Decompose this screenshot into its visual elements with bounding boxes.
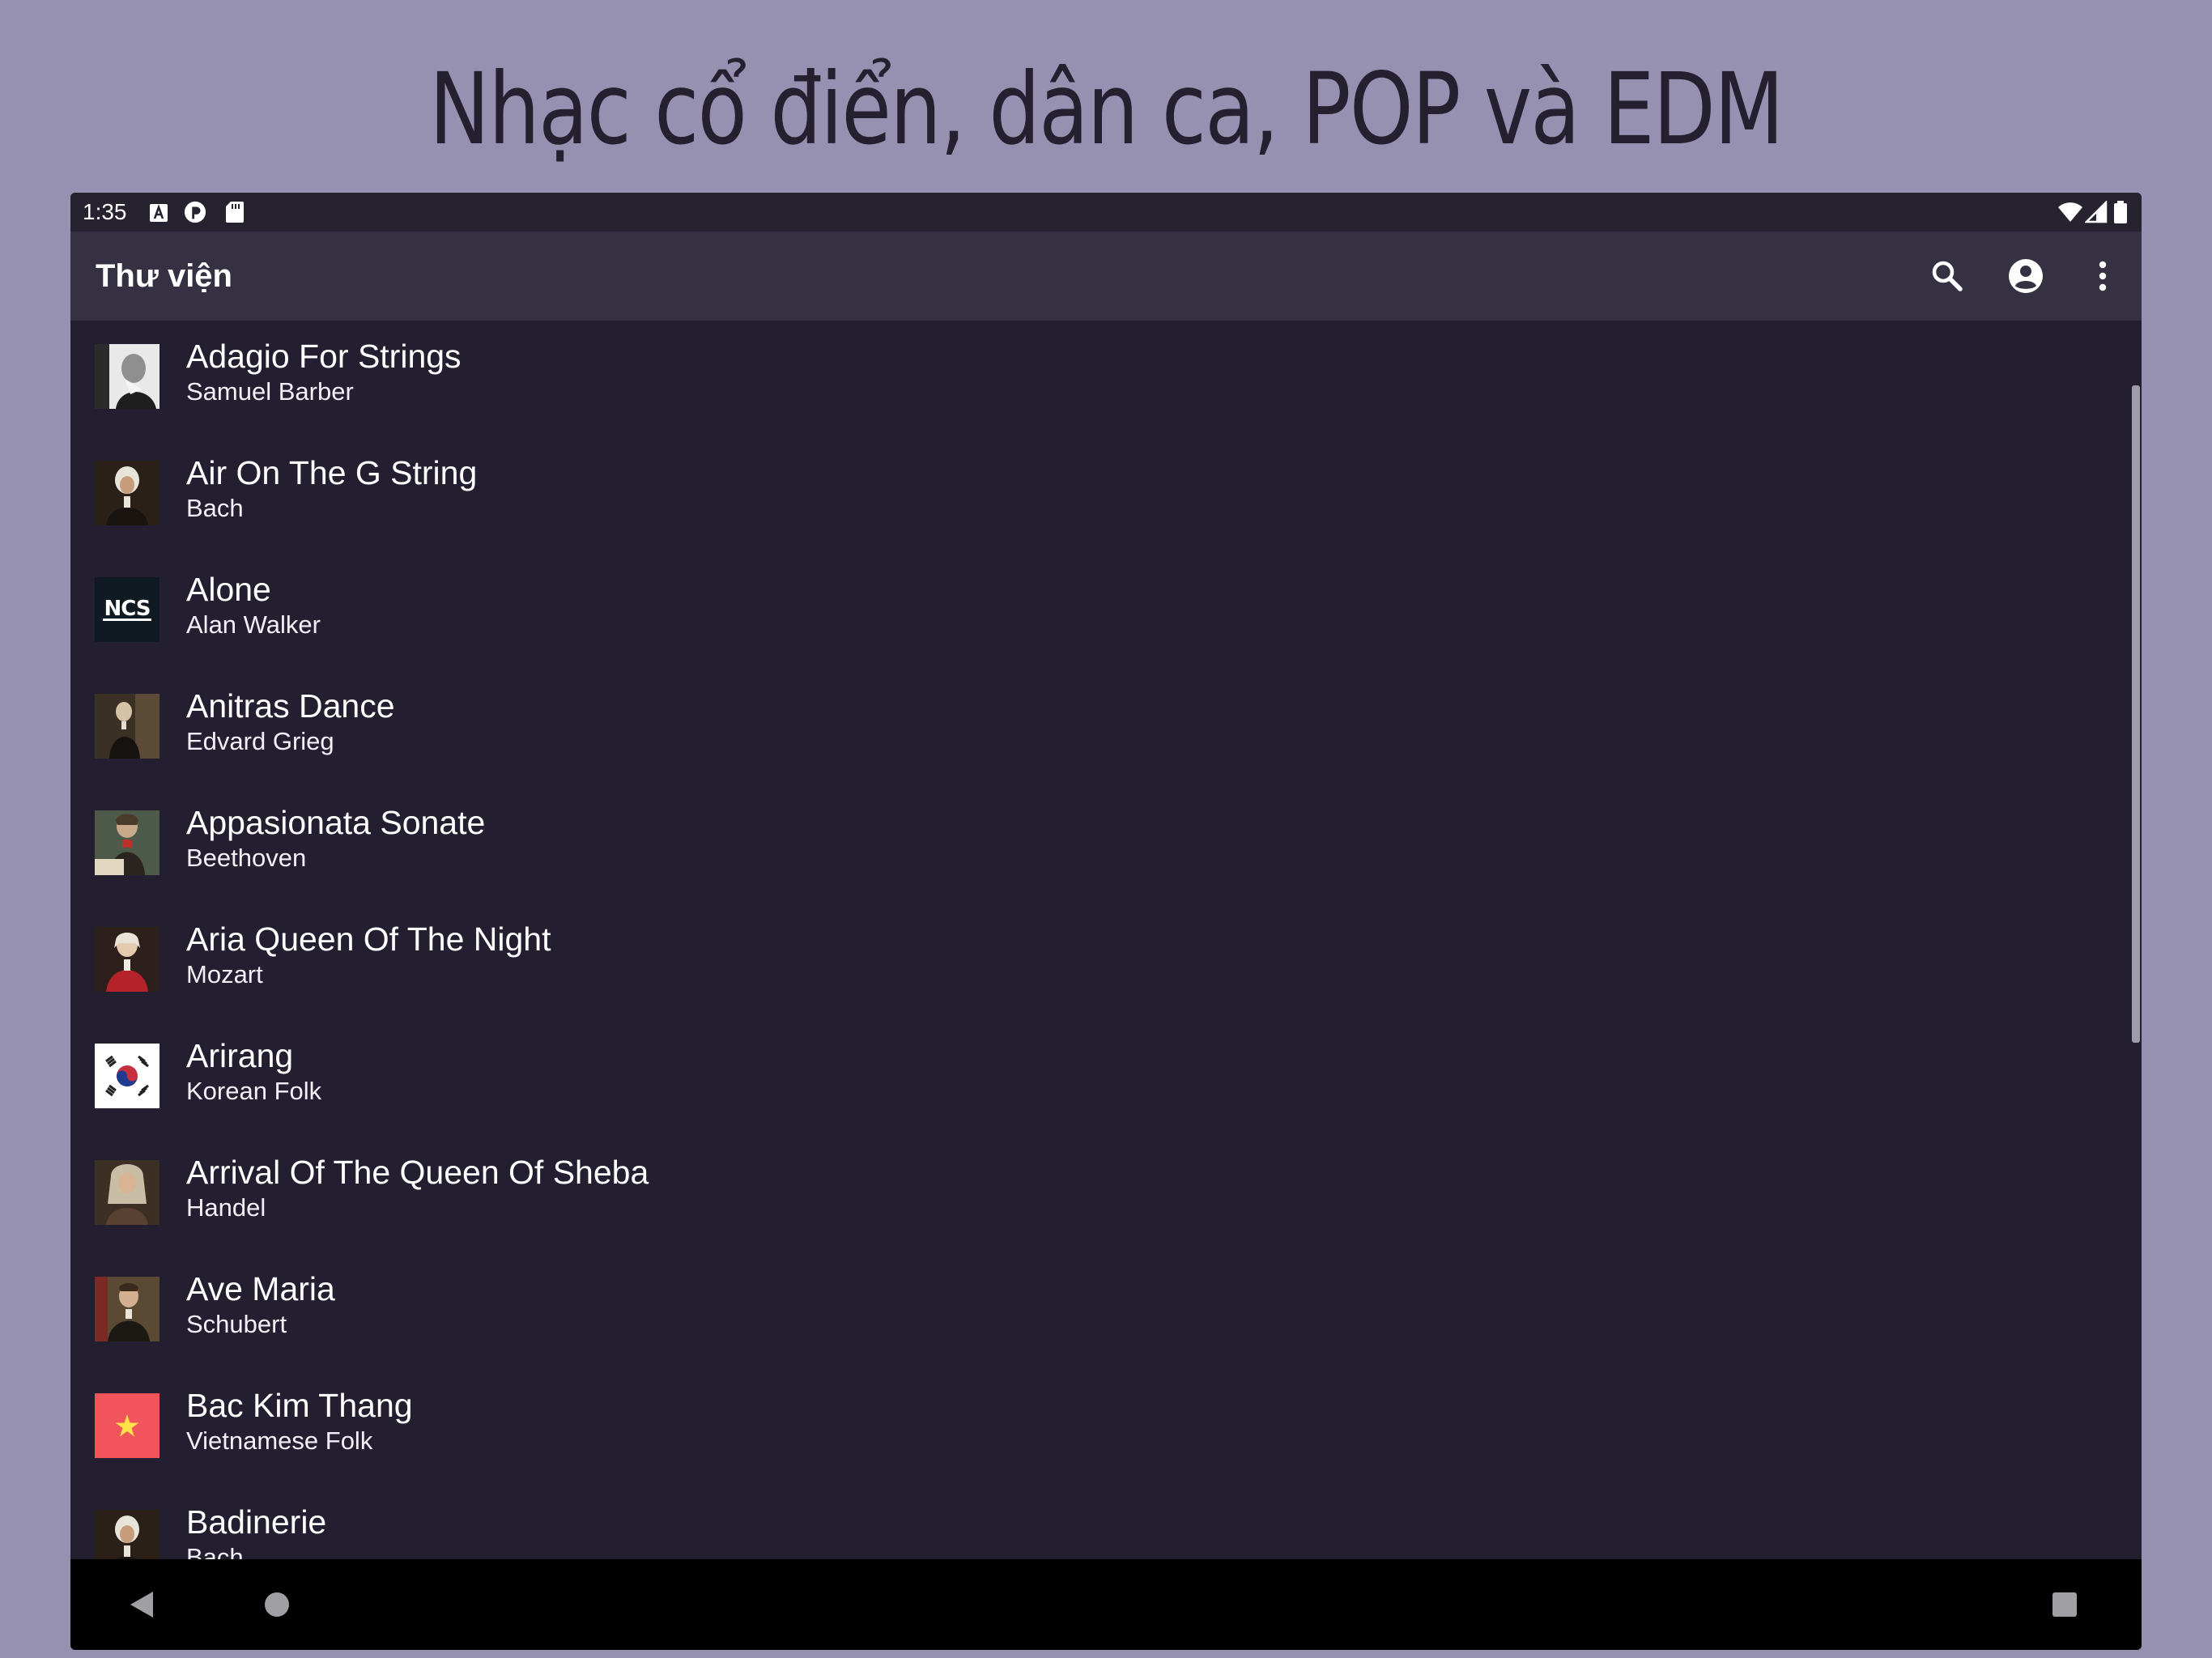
song-artist: Samuel Barber (186, 377, 354, 406)
album-art-thumbnail (95, 344, 160, 409)
song-list-item[interactable]: Arirang Korean Folk (70, 1020, 2142, 1137)
album-art-thumbnail (95, 1044, 160, 1108)
song-list-item[interactable]: Adagio For Strings Samuel Barber (70, 321, 2142, 437)
text-a-icon (150, 204, 168, 222)
sd-card-icon (226, 202, 244, 223)
tablet-screen: 1:35 Thư viện Adagio For Strings Samuel … (70, 193, 2142, 1650)
song-artist: Vietnamese Folk (186, 1426, 373, 1455)
song-list-item[interactable]: Ave Maria Schubert (70, 1253, 2142, 1370)
song-title: Badinerie (186, 1503, 327, 1541)
wifi-icon (2058, 202, 2082, 222)
scrollbar[interactable] (2132, 385, 2140, 1043)
song-title: Bac Kim Thang (186, 1387, 413, 1424)
song-title: Adagio For Strings (186, 338, 462, 375)
svg-text:NCS: NCS (104, 597, 150, 621)
signal-icon (2085, 201, 2108, 223)
song-artist: Handel (186, 1193, 266, 1222)
song-list-item[interactable]: Bac Kim Thang Vietnamese Folk (70, 1370, 2142, 1486)
song-list-item[interactable]: Appasionata Sonate Beethoven (70, 787, 2142, 903)
song-title: Air On The G String (186, 454, 478, 491)
song-artist: Korean Folk (186, 1077, 322, 1105)
more-vert-icon[interactable] (2083, 257, 2122, 295)
song-list-item[interactable]: Anitras Dance Edvard Grieg (70, 670, 2142, 787)
album-art-thumbnail (95, 1277, 160, 1341)
song-list-item[interactable]: Aria Queen Of The Night Mozart (70, 903, 2142, 1020)
page-headline: Nhạc cổ điển, dân ca, POP và EDM (429, 52, 1784, 167)
app-bar: Thư viện (70, 232, 2142, 321)
album-art-thumbnail: NCS (95, 577, 160, 642)
song-artist: Bach (186, 494, 244, 522)
song-title: Ave Maria (186, 1270, 335, 1307)
song-title: Arirang (186, 1037, 294, 1074)
song-artist: Edvard Grieg (186, 727, 334, 755)
album-art-thumbnail (95, 1160, 160, 1225)
song-artist: Alan Walker (186, 610, 321, 639)
account-circle-icon[interactable] (2006, 257, 2045, 295)
back-icon[interactable] (125, 1587, 161, 1622)
album-art-thumbnail (95, 810, 160, 875)
song-artist: Mozart (186, 960, 263, 988)
status-bar: 1:35 (70, 193, 2142, 232)
album-art-thumbnail (95, 694, 160, 759)
app-bar-title: Thư viện (96, 258, 232, 294)
status-time: 1:35 (83, 199, 127, 224)
navigation-bar (70, 1559, 2142, 1650)
sync-circle-icon (184, 201, 206, 223)
song-artist: Schubert (186, 1310, 287, 1338)
song-list: Adagio For Strings Samuel Barber Air On … (70, 321, 2142, 1588)
battery-icon (2114, 201, 2127, 223)
song-title: Arrival Of The Queen Of Sheba (186, 1154, 649, 1191)
search-icon[interactable] (1928, 257, 1967, 295)
song-title: Aria Queen Of The Night (186, 920, 551, 958)
recents-icon[interactable] (2047, 1587, 2082, 1622)
song-title: Appasionata Sonate (186, 804, 486, 841)
song-artist: Beethoven (186, 844, 307, 872)
song-title: Anitras Dance (186, 687, 395, 725)
song-list-item[interactable]: Air On The G String Bach (70, 437, 2142, 554)
song-title: Alone (186, 571, 271, 608)
song-list-item[interactable]: NCS Alone Alan Walker (70, 554, 2142, 670)
album-art-thumbnail (95, 461, 160, 525)
album-art-thumbnail (95, 927, 160, 992)
album-art-thumbnail (95, 1393, 160, 1458)
home-icon[interactable] (259, 1587, 295, 1622)
song-list-item[interactable]: Arrival Of The Queen Of Sheba Handel (70, 1137, 2142, 1253)
